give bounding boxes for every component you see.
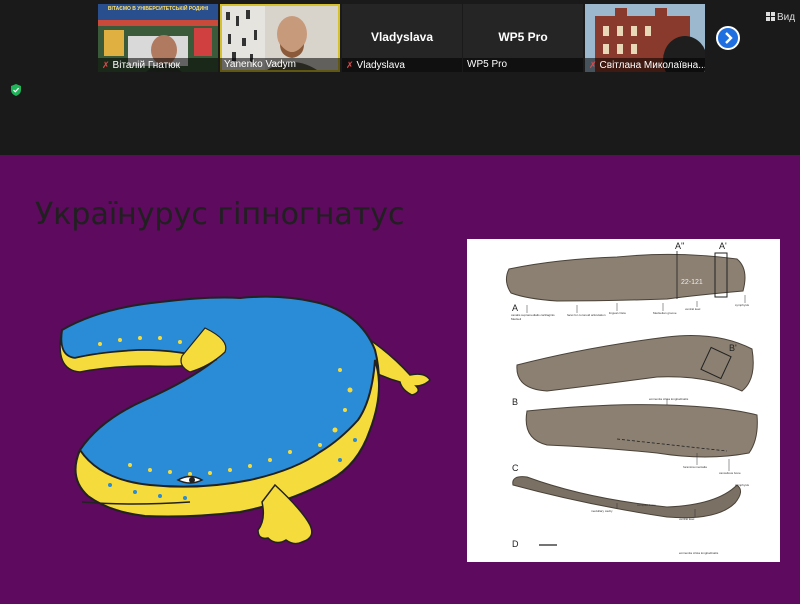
shared-slide: Украïнурус гіпногнатус A B C D A'' A' B'…	[0, 155, 800, 604]
participant-display-name: Vladyslava	[370, 30, 434, 44]
participant-tile[interactable]: Vladyslava ✗ Vladyslava	[342, 4, 462, 72]
view-button[interactable]: Вид	[766, 12, 795, 23]
annotation: symphysis	[735, 483, 750, 487]
annotation: symphysis	[735, 303, 750, 307]
participant-name: ✗ Vladyslava	[342, 58, 462, 72]
panel-label-b: B	[512, 397, 519, 407]
annotation: cancellous bone	[719, 471, 741, 475]
slide-title: Украïнурус гіпногнатус	[35, 197, 405, 232]
section-marker: A'	[719, 241, 727, 251]
annotation: foramina mentalia	[683, 465, 707, 469]
annotation: Meckelian groove	[653, 311, 677, 315]
tile-banner-text: ВІТАЄМО В УНІВЕРСИТЕТСЬКІЙ РОДИНІ	[107, 6, 209, 12]
participant-tile[interactable]: WP5 Pro WP5 Pro	[463, 4, 583, 72]
annotation: ventral keel	[685, 307, 701, 311]
next-page-button[interactable]	[716, 26, 740, 50]
mic-muted-icon: ✗	[102, 60, 110, 70]
annotation: canalis supramedialis cartilaginis Mecke…	[511, 313, 555, 321]
annotation: facet for coronoid articulation	[567, 313, 606, 317]
mic-muted-icon: ✗	[346, 60, 354, 70]
panel-label-c: C	[512, 463, 519, 473]
participant-tile-active[interactable]: Yanenko Vadym	[220, 4, 340, 72]
participant-strip: ВІТАЄМО В УНІВЕРСИТЕТСЬКІЙ РОДИНІ ✗ Вітал…	[0, 0, 800, 155]
annotation: medullary cavity	[591, 509, 613, 513]
shield-icon[interactable]	[11, 84, 21, 96]
chevron-right-icon	[725, 32, 733, 44]
jaw-specimen-figure: A B C D A'' A' B' 22-121 canalis suprame…	[467, 239, 780, 562]
annotation: lingual crista	[609, 311, 626, 315]
participant-name: ✗ Віталій Гнатюк	[98, 58, 218, 72]
annotation: eminentia crista longitudinalis	[679, 551, 719, 555]
participant-tile[interactable]: ВІТАЄМО В УНІВЕРСИТЕТСЬКІЙ РОДИНІ ✗ Вітал…	[98, 4, 218, 72]
salamander-illustration	[59, 295, 431, 545]
grid-icon	[766, 12, 775, 21]
panel-label-a: A	[512, 303, 519, 313]
participant-name: WP5 Pro	[463, 58, 583, 72]
section-marker: A''	[675, 241, 685, 251]
participant-tile[interactable]: ✗ Світлана Миколаївна...	[585, 4, 705, 72]
participant-name: ✗ Світлана Миколаївна...	[585, 58, 705, 72]
section-marker: B'	[729, 343, 737, 353]
mic-muted-icon: ✗	[589, 60, 597, 70]
specimen-number: 22-121	[681, 279, 703, 286]
annotation: compact bone	[637, 503, 656, 507]
participant-display-name: WP5 Pro	[498, 30, 548, 44]
participant-name: Yanenko Vadym	[220, 58, 340, 72]
annotation: eminentia crista longitudinalis	[649, 397, 689, 401]
annotation: ventral keel	[679, 517, 695, 521]
panel-label-d: D	[512, 539, 519, 549]
